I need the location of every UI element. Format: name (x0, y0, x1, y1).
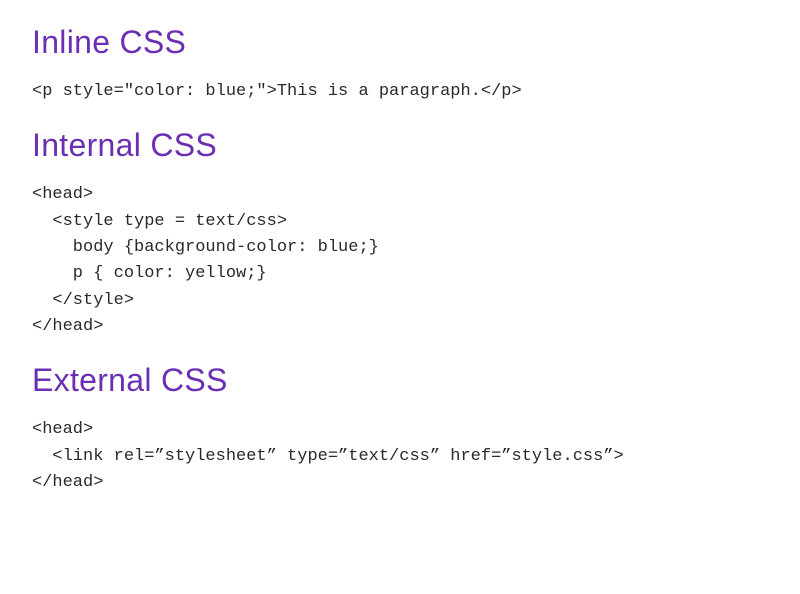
heading-inline-css: Inline CSS (32, 24, 768, 61)
code-external-css: <head> <link rel=”stylesheet” type=”text… (32, 417, 768, 496)
code-inline-css: <p style="color: blue;">This is a paragr… (32, 79, 768, 105)
heading-internal-css: Internal CSS (32, 127, 768, 164)
code-internal-css: <head> <style type = text/css> body {bac… (32, 182, 768, 340)
heading-external-css: External CSS (32, 362, 768, 399)
